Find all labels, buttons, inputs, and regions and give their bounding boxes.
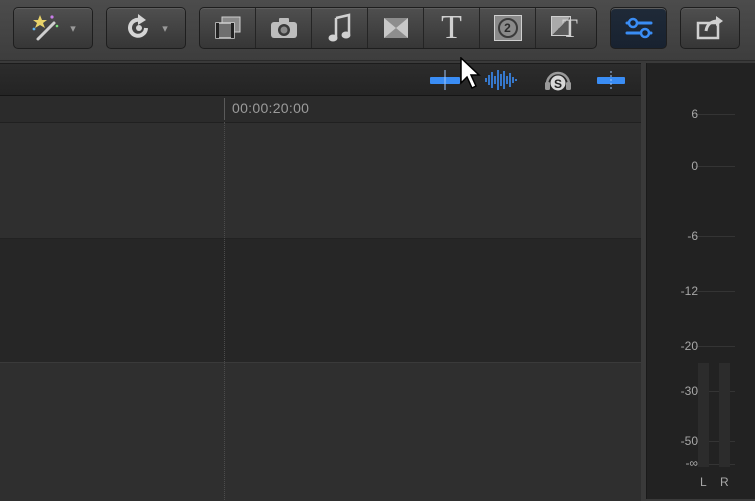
meter-bar-right: [719, 363, 730, 467]
snapping-button[interactable]: [594, 68, 628, 92]
themes-browser-button[interactable]: T: [536, 8, 592, 48]
timeline-lane-audio[interactable]: [0, 362, 641, 501]
transition-icon: [383, 18, 408, 38]
timeline-lane-gap[interactable]: [0, 238, 641, 363]
camera-icon: [270, 18, 297, 38]
meter-channel-right: R: [720, 475, 729, 489]
share-button[interactable]: [680, 7, 740, 49]
solo-glyph: S: [554, 77, 562, 91]
meter-gridline: [695, 291, 735, 292]
chevron-down-icon: ▾: [162, 22, 168, 35]
inspector-button[interactable]: [610, 7, 667, 49]
waveform-icon: [485, 70, 517, 90]
meter-scale-label: 6: [691, 107, 698, 121]
retime-button[interactable]: ▾: [106, 7, 186, 49]
meter-scale-label: -6: [687, 229, 698, 243]
share-icon: [696, 16, 723, 40]
meter-gridline: [695, 114, 735, 115]
titles-browser-button[interactable]: T: [424, 8, 480, 48]
meter-gridline: [695, 346, 735, 347]
title-T-icon: T: [441, 9, 462, 46]
meter-scale-label: -30: [680, 384, 698, 398]
audio-meter: 6 0 -6 -12 -20 -30 -50 -∞ L R: [646, 63, 755, 499]
media-browser-group: T 2 T: [199, 7, 597, 49]
timeline-header: S: [0, 64, 641, 96]
snapping-icon: [597, 71, 625, 89]
timeline: S 00:00:20:00: [0, 63, 641, 501]
timeline-ruler[interactable]: 00:00:20:00: [0, 96, 641, 123]
toolbar: ▾ ▾ T 2 T: [0, 0, 755, 61]
audio-waveform-button[interactable]: [483, 68, 519, 92]
enhance-button[interactable]: ▾: [13, 7, 93, 49]
playhead-line: [224, 122, 225, 500]
meter-scale-label: -∞: [685, 456, 698, 470]
meter-gridline: [695, 236, 735, 237]
chevron-down-icon: ▾: [70, 22, 76, 35]
generator-number: 2: [504, 21, 511, 35]
retime-icon: [128, 14, 149, 38]
film-photo-icon: [214, 16, 240, 39]
meter-scale-label: -12: [680, 284, 698, 298]
photos-browser-button[interactable]: [256, 8, 312, 48]
timeline-lane-primary[interactable]: [0, 123, 641, 238]
ruler-tick: [224, 98, 225, 120]
theme-T-glyph: T: [562, 14, 578, 43]
solo-button[interactable]: S: [542, 68, 574, 92]
generators-browser-button[interactable]: 2: [480, 8, 536, 48]
theme-icon: T: [549, 14, 579, 42]
photos-video-browser-button[interactable]: [200, 8, 256, 48]
meter-gridline: [695, 166, 735, 167]
music-browser-button[interactable]: [312, 8, 368, 48]
meter-scale-label: -20: [680, 339, 698, 353]
generator-icon: 2: [493, 15, 522, 41]
meter-scale-label: -50: [680, 434, 698, 448]
transitions-browser-button[interactable]: [368, 8, 424, 48]
ruler-timecode: 00:00:20:00: [232, 100, 310, 116]
inspector-sliders-icon: [625, 17, 652, 39]
meter-scale-label: 0: [691, 159, 698, 173]
music-note-icon: [328, 13, 350, 42]
meter-channel-left: L: [700, 475, 707, 489]
magic-wand-icon: [32, 15, 59, 41]
mouse-cursor-icon: [460, 57, 481, 90]
solo-headphones-icon: S: [545, 71, 571, 91]
meter-bar-left: [698, 363, 709, 467]
